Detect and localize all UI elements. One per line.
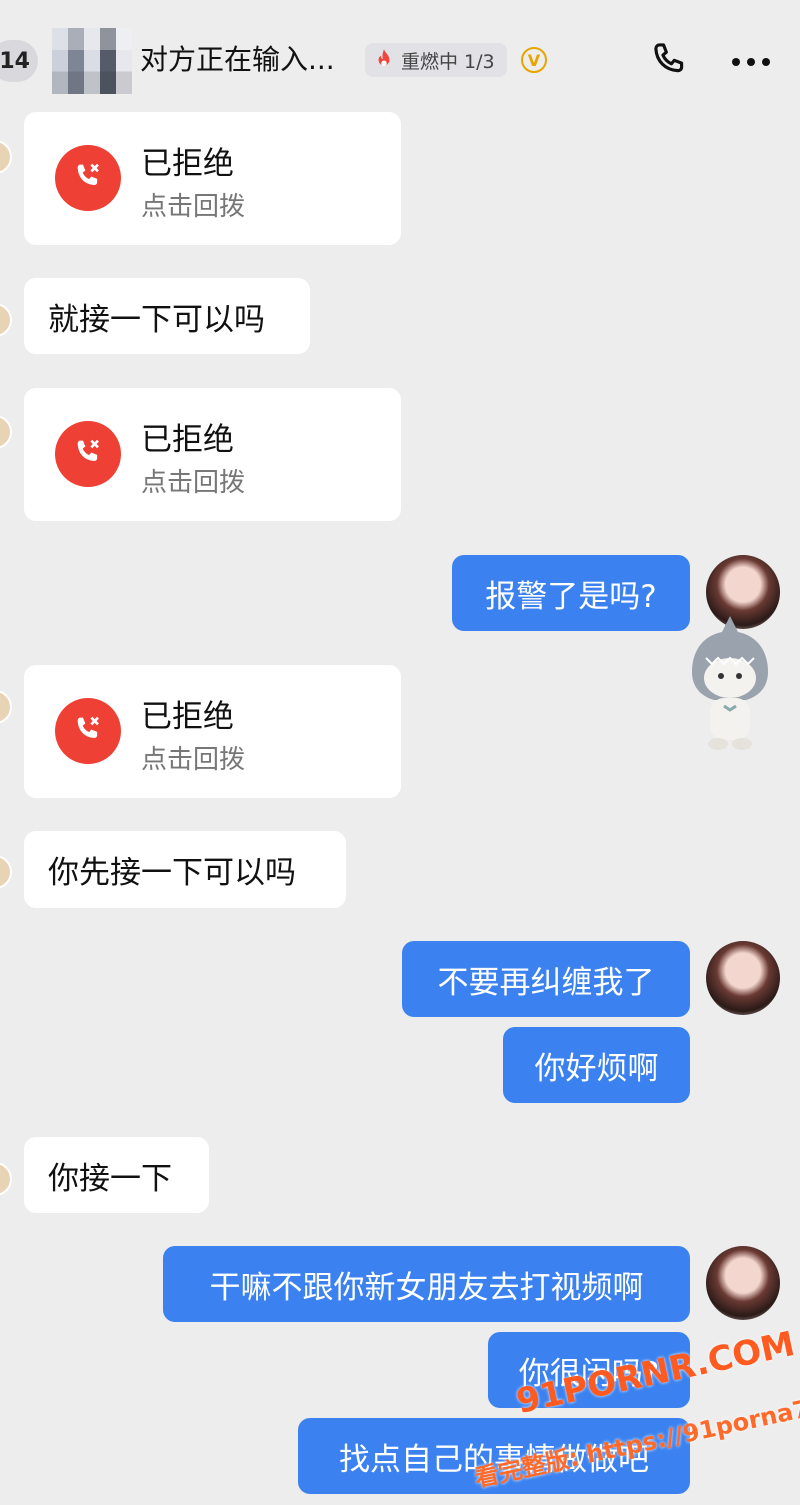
callback-link[interactable]: 点击回拨 bbox=[141, 739, 245, 776]
outgoing-message[interactable]: 干嘛不跟你新女朋友去打视频啊 bbox=[163, 1246, 690, 1322]
contact-avatar[interactable] bbox=[52, 28, 132, 94]
outgoing-message[interactable]: 报警了是吗? bbox=[452, 555, 690, 631]
more-options-icon[interactable] bbox=[730, 57, 772, 67]
vip-badge-icon: V bbox=[521, 47, 547, 73]
rejected-call-card[interactable]: 已拒绝 点击回拨 bbox=[24, 388, 401, 521]
outgoing-message[interactable]: 你很闲吗? bbox=[488, 1332, 690, 1408]
contact-avatar-small[interactable] bbox=[0, 855, 12, 889]
outgoing-message[interactable]: 你好烦啊 bbox=[503, 1027, 690, 1103]
chat-header: 14 对方正在输入... 重燃中 1/3 V bbox=[0, 0, 800, 110]
chat-title: 对方正在输入... bbox=[140, 43, 335, 76]
call-status: 已拒绝 bbox=[141, 699, 234, 735]
contact-avatar-small[interactable] bbox=[0, 415, 12, 449]
outgoing-message[interactable]: 不要再纠缠我了 bbox=[402, 941, 690, 1017]
rejected-call-icon bbox=[55, 145, 121, 211]
rejected-call-icon bbox=[55, 698, 121, 764]
my-avatar[interactable] bbox=[706, 941, 780, 1015]
shark-cat-sticker[interactable] bbox=[684, 612, 776, 754]
incoming-message[interactable]: 你接一下 bbox=[24, 1137, 209, 1213]
rejected-call-icon bbox=[55, 421, 121, 487]
contact-avatar-small[interactable] bbox=[0, 140, 12, 174]
phone-call-icon[interactable] bbox=[648, 40, 690, 82]
call-status: 已拒绝 bbox=[141, 146, 234, 182]
back-button-unread-count[interactable]: 14 bbox=[0, 40, 38, 82]
rejected-call-card[interactable]: 已拒绝 点击回拨 bbox=[24, 112, 401, 245]
streak-label: 重燃中 1/3 bbox=[401, 50, 495, 73]
incoming-message[interactable]: 你先接一下可以吗 bbox=[24, 831, 346, 908]
incoming-message[interactable]: 就接一下可以吗 bbox=[24, 278, 310, 354]
streak-badge[interactable]: 重燃中 1/3 bbox=[365, 43, 507, 77]
rejected-call-card[interactable]: 已拒绝 点击回拨 bbox=[24, 665, 401, 798]
contact-avatar-small[interactable] bbox=[0, 690, 12, 724]
contact-avatar-small[interactable] bbox=[0, 303, 12, 337]
flame-icon bbox=[378, 49, 390, 66]
contact-avatar-small[interactable] bbox=[0, 1162, 12, 1196]
my-avatar[interactable] bbox=[706, 1246, 780, 1320]
callback-link[interactable]: 点击回拨 bbox=[141, 186, 245, 223]
call-status: 已拒绝 bbox=[141, 422, 234, 458]
outgoing-message[interactable]: 找点自己的事情做做吧 bbox=[298, 1418, 690, 1494]
callback-link[interactable]: 点击回拨 bbox=[141, 462, 245, 499]
